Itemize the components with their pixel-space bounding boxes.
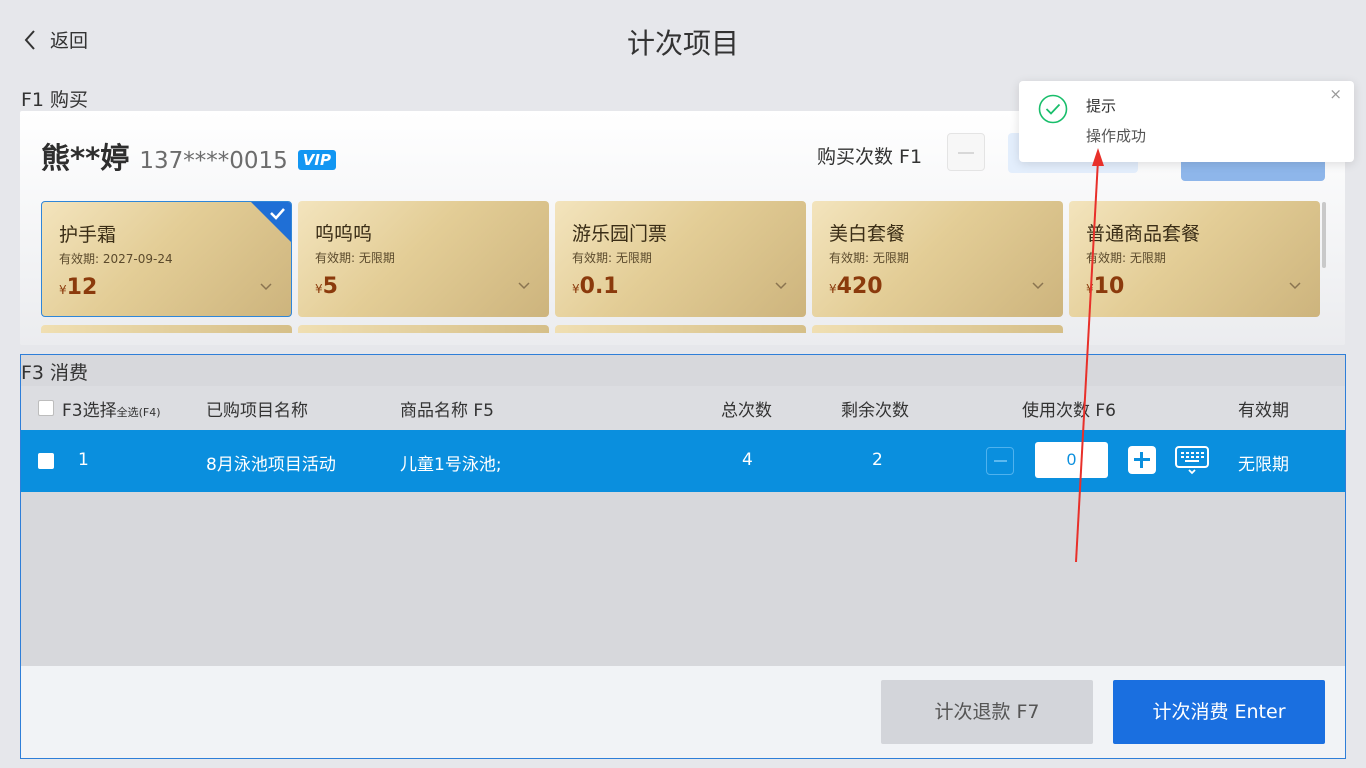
column-use-count: 使用次数 F6 <box>1022 401 1116 421</box>
row-total: 4 <box>742 450 753 470</box>
price-value: 12 <box>66 275 98 300</box>
card-price: ¥5 <box>315 274 338 299</box>
buy-section-label: F1 购买 <box>21 89 89 111</box>
card-name: 呜呜呜 <box>315 223 373 245</box>
card-expiry: 有效期: 无限期 <box>1086 251 1166 265</box>
cards-scrollbar[interactable] <box>1322 202 1326 268</box>
close-icon[interactable]: × <box>1329 85 1342 103</box>
row-expiry: 无限期 <box>1238 455 1289 475</box>
column-expiry: 有效期 <box>1238 401 1289 421</box>
consume-button[interactable]: 计次消费 Enter <box>1113 680 1325 744</box>
buy-count-minus-button[interactable] <box>947 133 985 171</box>
currency-symbol: ¥ <box>1086 282 1094 296</box>
price-value: 10 <box>1093 274 1125 299</box>
chevron-down-icon[interactable] <box>1031 281 1045 291</box>
select-all-hint: 全选(F4) <box>116 406 161 419</box>
member-info: 熊**婷 137****0015 VIP <box>41 135 336 177</box>
package-card[interactable]: 普通商品套餐 有效期: 无限期 ¥10 <box>1069 201 1320 317</box>
package-card-next-row[interactable] <box>41 325 292 333</box>
card-name: 护手霜 <box>59 224 117 246</box>
toast-title: 提示 <box>1086 97 1117 115</box>
card-price: ¥12 <box>59 275 97 300</box>
select-all-checkbox[interactable] <box>38 400 54 416</box>
card-name: 游乐园门票 <box>572 223 668 245</box>
card-price: ¥0.1 <box>572 274 619 299</box>
card-name: 普通商品套餐 <box>1086 223 1201 245</box>
row-product-name: 儿童1号泳池; <box>400 455 502 475</box>
keyboard-icon[interactable] <box>1174 444 1210 476</box>
card-price: ¥420 <box>829 274 883 299</box>
toast-message: 操作成功 <box>1086 127 1147 145</box>
currency-symbol: ¥ <box>59 283 67 297</box>
checkmark-corner-icon <box>251 202 291 242</box>
chevron-down-icon[interactable] <box>259 282 273 292</box>
column-remaining: 剩余次数 <box>841 401 909 421</box>
currency-symbol: ¥ <box>315 282 323 296</box>
row-remaining: 2 <box>872 450 883 470</box>
consume-panel: F3 消费 F3选择全选(F4) 已购项目名称 商品名称 F5 总次数 剩余次数… <box>20 354 1346 759</box>
currency-symbol: ¥ <box>572 282 580 296</box>
chevron-down-icon[interactable] <box>517 281 531 291</box>
consume-section-label: F3 消费 <box>21 362 89 384</box>
chevron-down-icon[interactable] <box>1288 281 1302 291</box>
row-checkbox[interactable] <box>38 453 54 469</box>
package-card[interactable]: 游乐园门票 有效期: 无限期 ¥0.1 <box>555 201 806 317</box>
card-expiry: 有效期: 无限期 <box>572 251 652 265</box>
card-expiry: 有效期: 2027-09-24 <box>59 252 173 266</box>
success-toast: 提示 操作成功 × <box>1019 81 1354 162</box>
action-bar: 计次退款 F7 计次消费 Enter <box>21 666 1345 758</box>
buy-count-label: 购买次数 F1 <box>817 146 923 168</box>
package-card[interactable]: 美白套餐 有效期: 无限期 ¥420 <box>812 201 1063 317</box>
refund-button[interactable]: 计次退款 F7 <box>881 680 1093 744</box>
currency-symbol: ¥ <box>829 282 837 296</box>
package-card-next-row[interactable] <box>298 325 549 333</box>
price-value: 0.1 <box>579 274 619 299</box>
success-check-icon <box>1038 94 1068 124</box>
price-value: 5 <box>322 274 338 299</box>
use-count-minus-button[interactable] <box>986 447 1014 475</box>
table-row[interactable]: 1 8月泳池项目活动 儿童1号泳池; 4 2 无限期 <box>21 430 1345 492</box>
column-project-name: 已购项目名称 <box>206 401 308 421</box>
card-expiry: 有效期: 无限期 <box>829 251 909 265</box>
package-card[interactable]: 呜呜呜 有效期: 无限期 ¥5 <box>298 201 549 317</box>
card-price: ¥10 <box>1086 274 1124 299</box>
price-value: 420 <box>836 274 883 299</box>
column-select: F3选择全选(F4) <box>62 401 161 421</box>
member-name: 熊**婷 <box>41 141 130 175</box>
use-count-input[interactable] <box>1035 442 1108 478</box>
column-product-name[interactable]: 商品名称 F5 <box>400 396 494 421</box>
use-count-plus-button[interactable] <box>1128 446 1156 474</box>
page-title: 计次项目 <box>626 27 739 60</box>
card-expiry: 有效期: 无限期 <box>315 251 395 265</box>
package-card-next-row[interactable] <box>555 325 806 333</box>
table-header: F3选择全选(F4) 已购项目名称 商品名称 F5 总次数 剩余次数 使用次数 … <box>21 386 1345 430</box>
package-card-next-row[interactable] <box>812 325 1063 333</box>
package-card[interactable]: 护手霜 有效期: 2027-09-24 ¥12 <box>41 201 292 317</box>
row-project-name: 8月泳池项目活动 <box>206 455 336 475</box>
column-total: 总次数 <box>721 401 772 421</box>
member-phone: 137****0015 <box>139 148 288 174</box>
card-name: 美白套餐 <box>829 223 906 245</box>
row-index: 1 <box>78 450 89 470</box>
chevron-down-icon[interactable] <box>774 281 788 291</box>
vip-badge: VIP <box>297 150 336 170</box>
